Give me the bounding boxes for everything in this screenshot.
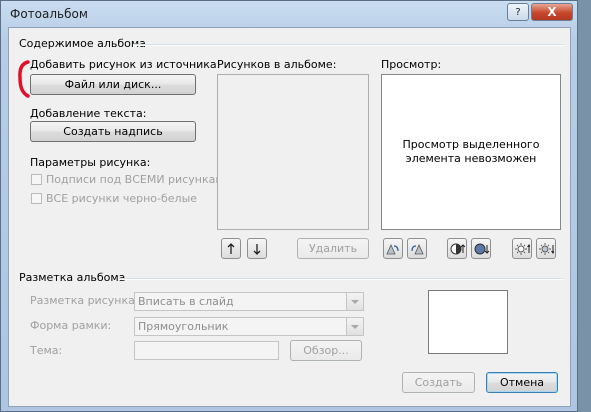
picture-options-label: Параметры рисунка: xyxy=(30,156,151,169)
theme-input[interactable] xyxy=(134,341,279,360)
preview-message-line1: Просмотр выделенного xyxy=(402,138,540,151)
close-button[interactable]: X xyxy=(531,3,573,21)
remove-button[interactable]: Удалить xyxy=(297,238,369,259)
help-button[interactable]: ? xyxy=(507,3,529,21)
pictures-in-album-list[interactable] xyxy=(217,74,369,230)
window-title: Фотоальбом xyxy=(10,7,88,21)
album-layout-group-label: Разметка альбома xyxy=(19,271,126,284)
preview-pane: Просмотр выделенного элемента невозможен xyxy=(381,74,561,230)
contrast-down-button[interactable] xyxy=(471,238,491,259)
add-picture-label: Добавить рисунок из источника: xyxy=(30,58,221,71)
dialog-client-area: Содержимое альбома Добавить рисунок из и… xyxy=(8,27,571,407)
frame-shape-select[interactable]: Прямоугольник xyxy=(134,317,364,336)
picture-layout-value: Вписать в слайд xyxy=(138,295,234,308)
chevron-down-icon xyxy=(346,293,363,310)
contrast-up-icon xyxy=(450,243,465,254)
move-up-button[interactable] xyxy=(221,238,241,259)
contrast-down-icon xyxy=(474,243,489,254)
group-divider xyxy=(133,44,563,46)
frame-shape-label: Форма рамки: xyxy=(30,319,112,332)
theme-label: Тема: xyxy=(30,344,63,357)
add-text-label: Добавление текста: xyxy=(30,107,147,120)
brightness-down-icon xyxy=(539,242,554,255)
create-button[interactable]: Создать xyxy=(402,372,475,393)
group-divider xyxy=(119,278,563,280)
red-annotation-mark xyxy=(18,60,30,98)
browse-button[interactable]: Обзор... xyxy=(290,340,362,361)
frame-shape-value: Прямоугольник xyxy=(138,320,229,333)
cancel-button[interactable]: Отмена xyxy=(486,372,558,393)
chevron-down-icon xyxy=(346,318,363,335)
brightness-up-icon xyxy=(515,242,530,255)
arrow-down-icon xyxy=(253,243,261,255)
preview-label: Просмотр: xyxy=(381,58,442,71)
file-or-disk-button[interactable]: Файл или диск... xyxy=(30,74,196,95)
brightness-down-button[interactable] xyxy=(536,238,556,259)
black-white-checkbox[interactable] xyxy=(31,193,42,204)
picture-layout-label: Разметка рисунка: xyxy=(30,294,139,307)
album-content-group-label: Содержимое альбома xyxy=(19,37,146,50)
pictures-in-album-label: Рисунков в альбоме: xyxy=(217,58,337,71)
black-white-checkbox-label: ВСЕ рисунки черно-белые xyxy=(46,192,198,205)
arrow-up-icon xyxy=(227,242,235,254)
photo-album-dialog: Фотоальбом ? X Содержимое альбома Добави… xyxy=(0,0,578,412)
captions-checkbox[interactable] xyxy=(31,174,42,185)
captions-checkbox-label: Подписи под ВСЕМИ рисунками xyxy=(46,173,231,186)
layout-preview-thumbnail xyxy=(428,290,508,354)
contrast-up-button[interactable] xyxy=(447,238,467,259)
rotate-right-button[interactable] xyxy=(407,238,427,259)
new-text-box-button[interactable]: Создать надпись xyxy=(30,121,196,142)
move-down-button[interactable] xyxy=(247,238,267,259)
picture-layout-select[interactable]: Вписать в слайд xyxy=(134,292,364,311)
rotate-left-icon xyxy=(386,243,399,254)
rotate-left-button[interactable] xyxy=(383,238,403,259)
rotate-right-icon xyxy=(411,243,424,254)
preview-message-line2: элемента невозможен xyxy=(405,152,537,165)
brightness-up-button[interactable] xyxy=(512,238,532,259)
